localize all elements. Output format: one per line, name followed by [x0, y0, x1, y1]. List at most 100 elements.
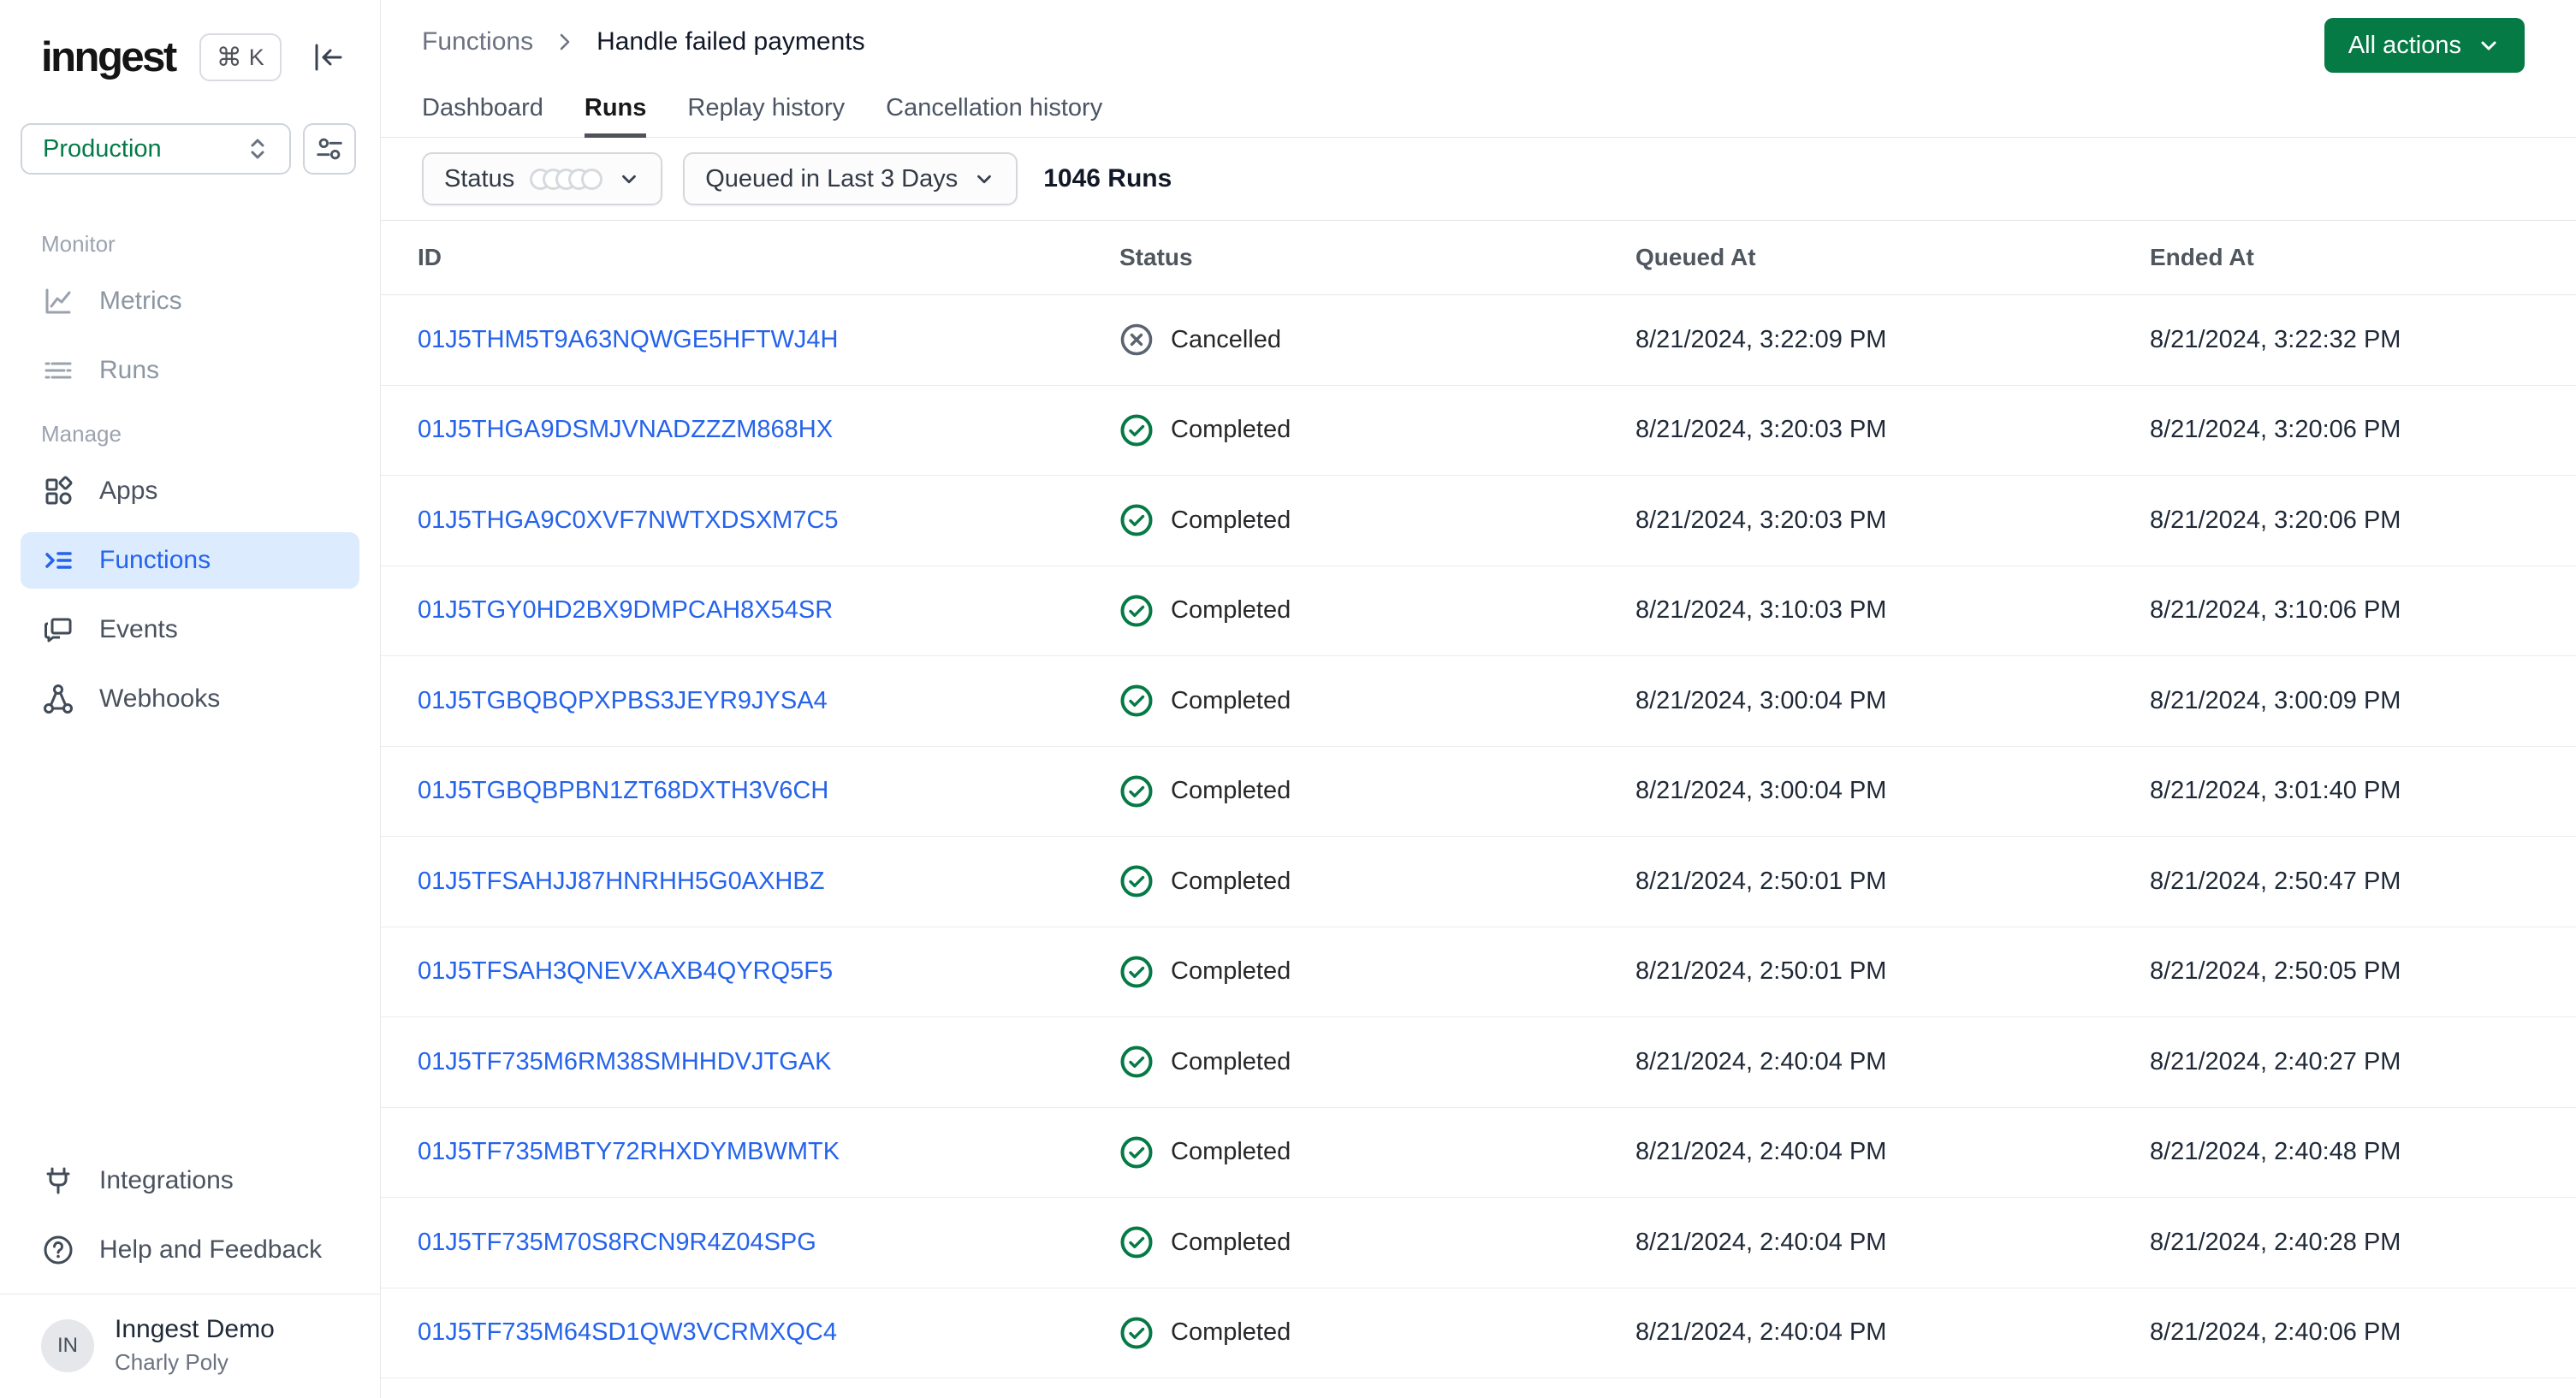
sidebar-item-label: Webhooks [99, 684, 221, 713]
shortcut-key-label: K [248, 44, 264, 70]
avatar: IN [41, 1318, 94, 1372]
run-status-cell: Cancelled [1083, 323, 1599, 357]
sidebar-item-webhooks[interactable]: Webhooks [21, 671, 359, 727]
run-queued-at: 8/21/2024, 3:22:09 PM [1635, 325, 1887, 353]
run-queued-at: 8/21/2024, 2:40:04 PM [1635, 1047, 1887, 1075]
run-status-label: Completed [1171, 416, 1291, 444]
sidebar-item-events[interactable]: Events [21, 601, 359, 658]
environment-select[interactable]: Production [21, 123, 291, 175]
run-id-link[interactable]: 01J5TGBQBPBN1ZT68DXTH3V6CH [418, 777, 828, 804]
table-row: 01J5TGBQBPBN1ZT68DXTH3V6CH Completed 8/21/… [381, 747, 2576, 837]
chevron-down-icon [618, 168, 640, 190]
run-id-link[interactable]: 01J5TF735M70S8RCN9R4Z04SPG [418, 1229, 816, 1256]
table-row: 01J5TF735M6RM38SMHHDVJTGAK Completed 8/21/… [381, 1017, 2576, 1108]
run-id-link[interactable]: 01J5TF735M6RM38SMHHDVJTGAK [418, 1048, 831, 1075]
run-id-link[interactable]: 01J5TFSAH3QNEVXAXB4QYRQ5F5 [418, 957, 833, 985]
chart-icon [41, 284, 75, 318]
status-completed-icon [1119, 955, 1154, 989]
column-header-status: Status [1119, 244, 1193, 270]
run-id-cell: 01J5THGA9C0XVF7NWTXDSXM7C5 [381, 506, 1083, 535]
run-status-cell: Completed [1083, 413, 1599, 447]
run-status-label: Cancelled [1171, 325, 1281, 353]
inngest-logo: inngest [41, 34, 177, 80]
run-id-cell: 01J5TF735M64SD1QW3VCRMXQC4 [381, 1318, 1083, 1347]
run-status-label: Completed [1171, 686, 1291, 714]
run-status-label: Completed [1171, 1318, 1291, 1347]
run-id-link[interactable]: 01J5TGY0HD2BX9DMPCAH8X54SR [418, 596, 833, 624]
chevron-down-icon [2477, 33, 2501, 57]
apps-icon [41, 474, 75, 508]
run-status-cell: Completed [1083, 503, 1599, 537]
run-id-link[interactable]: 01J5THM5T9A63NQWGE5HFTWJ4H [418, 326, 839, 353]
run-id-link[interactable]: 01J5TGBQBQPXPBS3JEYR9JYSA4 [418, 687, 828, 714]
run-status-label: Completed [1171, 1228, 1291, 1256]
run-id-cell: 01J5TGBQBQPXPBS3JEYR9JYSA4 [381, 687, 1083, 715]
page-header: Functions Handle failed payments All act… [381, 0, 2576, 138]
column-header-queued-at: Queued At [1635, 244, 1756, 270]
chevron-right-icon [554, 31, 576, 53]
run-id-link[interactable]: 01J5THGA9C0XVF7NWTXDSXM7C5 [418, 506, 839, 534]
run-queued-at: 8/21/2024, 2:50:01 PM [1635, 957, 1887, 986]
sidebar-item-help[interactable]: Help and Feedback [21, 1222, 359, 1278]
chevron-up-down-icon [243, 134, 272, 163]
run-status-cell: Completed [1083, 1316, 1599, 1350]
run-id-link[interactable]: 01J5TF735M64SD1QW3VCRMXQC4 [418, 1318, 837, 1346]
tab-dashboard[interactable]: Dashboard [422, 83, 543, 138]
run-queued-at: 8/21/2024, 2:50:01 PM [1635, 867, 1887, 895]
run-ended-at: 8/21/2024, 2:40:06 PM [2150, 1318, 2401, 1347]
sidebar-item-runs[interactable]: Runs [21, 342, 359, 399]
status-completed-icon [1119, 1225, 1154, 1259]
run-status-label: Completed [1171, 777, 1291, 805]
status-completed-icon [1119, 594, 1154, 628]
sidebar-item-integrations[interactable]: Integrations [21, 1152, 359, 1209]
column-header-ended-at: Ended At [2150, 244, 2254, 270]
status-filter-label: Status [444, 164, 515, 193]
collapse-sidebar-icon [310, 39, 346, 75]
run-id-link[interactable]: 01J5TF735MBTY72RHXDYMBWMTK [418, 1138, 840, 1165]
sidebar-item-label: Metrics [99, 287, 182, 315]
table-row: 01J5TF735MBTY72RHXDYMBWMTK Completed 8/21/… [381, 1108, 2576, 1198]
sidebar-item-metrics[interactable]: Metrics [21, 273, 359, 329]
run-id-cell: 01J5TGBQBPBN1ZT68DXTH3V6CH [381, 777, 1083, 805]
run-ended-at: 8/21/2024, 2:50:47 PM [2150, 867, 2401, 895]
sidebar: inngest ⌘ K Production Monitor Metrics R… [0, 0, 381, 1398]
sidebar-item-functions[interactable]: Functions [21, 532, 359, 589]
functions-icon [41, 543, 75, 578]
status-completed-icon [1119, 503, 1154, 537]
list-icon [41, 353, 75, 388]
run-queued-at: 8/21/2024, 3:00:04 PM [1635, 686, 1887, 714]
breadcrumb-functions[interactable]: Functions [422, 27, 533, 56]
table-row: 01J5TF735M70S8RCN9R4Z04SPG Completed 8/21/… [381, 1198, 2576, 1288]
command-k-shortcut[interactable]: ⌘ K [199, 33, 282, 81]
tab-cancellation-history[interactable]: Cancellation history [886, 83, 1102, 138]
sidebar-item-apps[interactable]: Apps [21, 463, 359, 519]
time-range-filter-button[interactable]: Queued in Last 3 Days [683, 152, 1018, 205]
user-name: Charly Poly [115, 1349, 229, 1375]
webhooks-icon [41, 682, 75, 716]
table-header: ID Status Queued At Ended At [381, 221, 2576, 295]
chevron-down-icon [973, 168, 995, 190]
run-queued-at: 8/21/2024, 3:20:03 PM [1635, 506, 1887, 534]
run-id-link[interactable]: 01J5TFSAHJJ87HNRHH5G0AXHBZ [418, 868, 824, 895]
run-queued-at: 8/21/2024, 3:10:03 PM [1635, 596, 1887, 625]
run-status-cell: Completed [1083, 1225, 1599, 1259]
run-id-cell: 01J5TF735MBTY72RHXDYMBWMTK [381, 1138, 1083, 1166]
run-status-cell: Completed [1083, 1135, 1599, 1170]
run-id-link[interactable]: 01J5THGA9DSMJVNADZZZM868HX [418, 416, 833, 443]
tab-replay-history[interactable]: Replay history [687, 83, 845, 138]
status-filter-button[interactable]: Status [422, 152, 663, 205]
sidebar-item-label: Help and Feedback [99, 1235, 323, 1264]
tab-runs[interactable]: Runs [584, 83, 647, 138]
status-cancelled-icon [1119, 323, 1154, 357]
run-id-cell: 01J5TFSAH3QNEVXAXB4QYRQ5F5 [381, 957, 1083, 986]
collapse-sidebar-button[interactable] [310, 39, 346, 75]
user-menu[interactable]: IN Inngest Demo Charly Poly [21, 1294, 359, 1398]
run-ended-at: 8/21/2024, 3:10:06 PM [2150, 596, 2401, 625]
run-status-cell: Completed [1083, 684, 1599, 718]
run-status-label: Completed [1171, 1138, 1291, 1166]
environment-settings-button[interactable] [303, 123, 356, 175]
all-actions-button[interactable]: All actions [2324, 18, 2525, 73]
run-status-cell: Completed [1083, 774, 1599, 809]
status-dots-icon [530, 168, 603, 190]
environment-label: Production [43, 134, 162, 163]
